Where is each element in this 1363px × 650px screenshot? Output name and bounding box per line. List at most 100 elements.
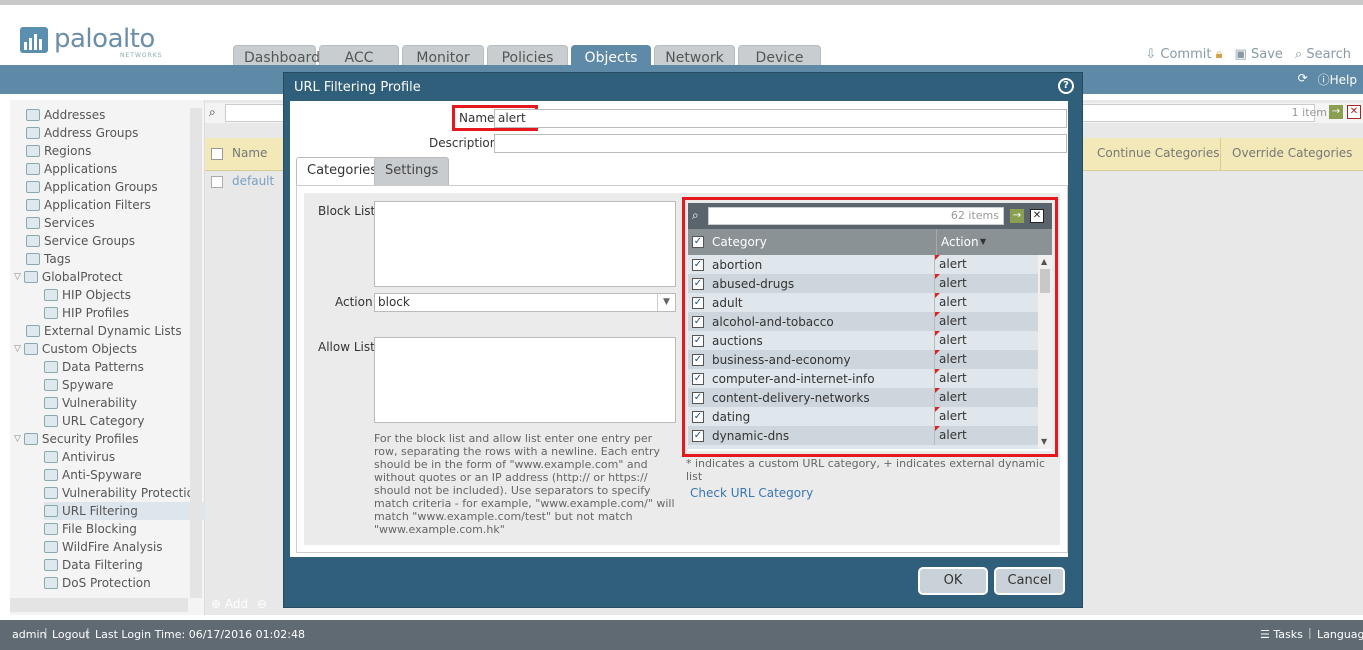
action-select[interactable]: block ▼ [374,293,676,312]
tree-item[interactable]: URL Category [44,412,144,430]
category-checkbox[interactable]: ✓ [692,334,704,347]
tree-item[interactable]: DoS Protection [44,574,151,592]
delete-icon[interactable]: ⊖ [257,597,267,611]
tree-item[interactable]: Addresses [26,106,105,124]
tree-scrollbar[interactable] [190,108,202,598]
row-name-link[interactable]: default [232,174,274,188]
category-row[interactable]: ✓ abused-drugs alert [688,274,1038,293]
category-action[interactable]: alert [934,274,967,293]
clear-category-filter-icon[interactable]: ✕ [1030,209,1044,223]
tree-item[interactable]: External Dynamic Lists [26,322,182,340]
tree-item[interactable]: Anti-Spyware [44,466,142,484]
tree-item[interactable]: File Blocking [44,520,137,538]
save-link[interactable]: ▣ Save [1235,47,1283,62]
category-action[interactable]: alert [934,312,967,331]
name-input[interactable]: alert [494,109,1067,128]
row-checkbox[interactable] [211,176,223,188]
check-url-category-link[interactable]: Check URL Category [690,486,813,500]
tree-item[interactable]: Data Patterns [44,358,144,376]
category-checkbox[interactable]: ✓ [692,372,704,385]
refresh-icon[interactable]: ⟳ [1298,71,1308,88]
category-checkbox[interactable]: ✓ [692,391,704,404]
category-action[interactable]: alert [934,369,967,388]
category-action[interactable]: alert [934,350,967,369]
category-action[interactable]: alert [934,426,967,445]
category-checkbox[interactable]: ✓ [692,429,704,442]
language-link[interactable]: Language [1317,628,1363,641]
allow-list-textarea[interactable] [374,337,676,423]
category-checkbox[interactable]: ✓ [692,258,704,271]
tree-item[interactable]: WildFire Analysis [44,538,163,556]
category-checkbox[interactable]: ✓ [692,315,704,328]
tree-item[interactable]: HIP Profiles [44,304,129,322]
category-action[interactable]: alert [934,331,967,350]
add-button[interactable]: ⊕ Add [211,597,248,611]
tasks-link[interactable]: ☰ Tasks [1260,628,1303,641]
block-list-textarea[interactable] [374,201,676,287]
category-row[interactable]: ✓ abortion alert [688,255,1038,274]
category-row[interactable]: ✓ computer-and-internet-info alert [688,369,1038,388]
category-scrollbar[interactable]: ▲ ▼ [1038,255,1052,449]
search-link[interactable]: ⌕ Search [1295,47,1351,62]
tree-hscrollbar[interactable] [10,598,188,612]
category-search-input[interactable]: 62 items [708,207,1004,225]
ok-button[interactable]: OK [918,567,988,595]
category-action[interactable]: alert [934,407,967,426]
tree-item[interactable]: Service Groups [26,232,135,250]
apply-filter-icon[interactable]: → [1329,105,1343,119]
lock-icon[interactable]: 🔒︎ [1216,47,1223,62]
help-link[interactable]: ⓘHelp [1318,71,1357,88]
col-override-categories[interactable]: Override Categories [1232,146,1352,160]
tree-item[interactable]: Vulnerability [44,394,137,412]
expand-icon[interactable]: ▽ [14,430,21,448]
col-continue-categories[interactable]: Continue Categories [1097,146,1219,160]
category-action[interactable]: alert [934,388,967,407]
select-all-categories-checkbox[interactable]: ✓ [692,236,704,248]
tree-item[interactable]: Regions [26,142,91,160]
category-row[interactable]: ✓ dynamic-dns alert [688,426,1038,445]
dialog-help-icon[interactable]: ? [1058,78,1074,94]
select-all-checkbox[interactable] [211,148,223,160]
sort-desc-icon[interactable]: ▼ [980,237,986,246]
category-checkbox[interactable]: ✓ [692,410,704,423]
description-input[interactable] [494,134,1067,153]
col-name[interactable]: Name [232,146,267,160]
clear-filter-icon[interactable]: ✕ [1347,105,1361,119]
chevron-down-icon[interactable]: ▼ [657,294,675,311]
tree-item[interactable]: Application Filters [26,196,151,214]
tab-settings[interactable]: Settings [374,157,450,185]
category-action[interactable]: alert [934,255,967,274]
tree-item[interactable]: ▽ GlobalProtect [14,268,123,286]
category-row[interactable]: ✓ content-delivery-networks alert [688,388,1038,407]
expand-icon[interactable]: ▽ [14,340,21,358]
tree-item[interactable]: Tags [26,250,71,268]
apply-category-filter-icon[interactable]: → [1010,209,1024,223]
col-category[interactable]: Category [712,235,767,249]
category-row[interactable]: ✓ adult alert [688,293,1038,312]
category-checkbox[interactable]: ✓ [692,353,704,366]
col-action[interactable]: Action [941,235,979,249]
commit-link[interactable]: ⇩ Commit 🔒︎ [1145,47,1222,62]
tree-item[interactable]: Spyware [44,376,114,394]
tree-item[interactable]: Antivirus [44,448,115,466]
tree-item[interactable]: ▽ Security Profiles [14,430,139,448]
tree-item[interactable]: Applications [26,160,117,178]
tree-item[interactable]: Vulnerability Protection [44,484,202,502]
category-checkbox[interactable]: ✓ [692,296,704,309]
tree-item[interactable]: Services [26,214,95,232]
category-row[interactable]: ✓ dating alert [688,407,1038,426]
tree-item[interactable]: Application Groups [26,178,158,196]
category-row[interactable]: ✓ alcohol-and-tobacco alert [688,312,1038,331]
tree-item[interactable]: ▽ Custom Objects [14,340,137,358]
tree-item[interactable]: Address Groups [26,124,138,142]
category-action[interactable]: alert [934,293,967,312]
tree-item[interactable]: HIP Objects [44,286,131,304]
category-row[interactable]: ✓ auctions alert [688,331,1038,350]
tree-item[interactable]: Data Filtering [44,556,143,574]
cancel-button[interactable]: Cancel [994,567,1065,595]
category-row[interactable]: ✓ business-and-economy alert [688,350,1038,369]
category-checkbox[interactable]: ✓ [692,277,704,290]
objects-tree: Addresses Address Groups Regions Applicatio… [10,100,222,615]
expand-icon[interactable]: ▽ [14,268,21,286]
logout-link[interactable]: Logout [52,628,90,641]
